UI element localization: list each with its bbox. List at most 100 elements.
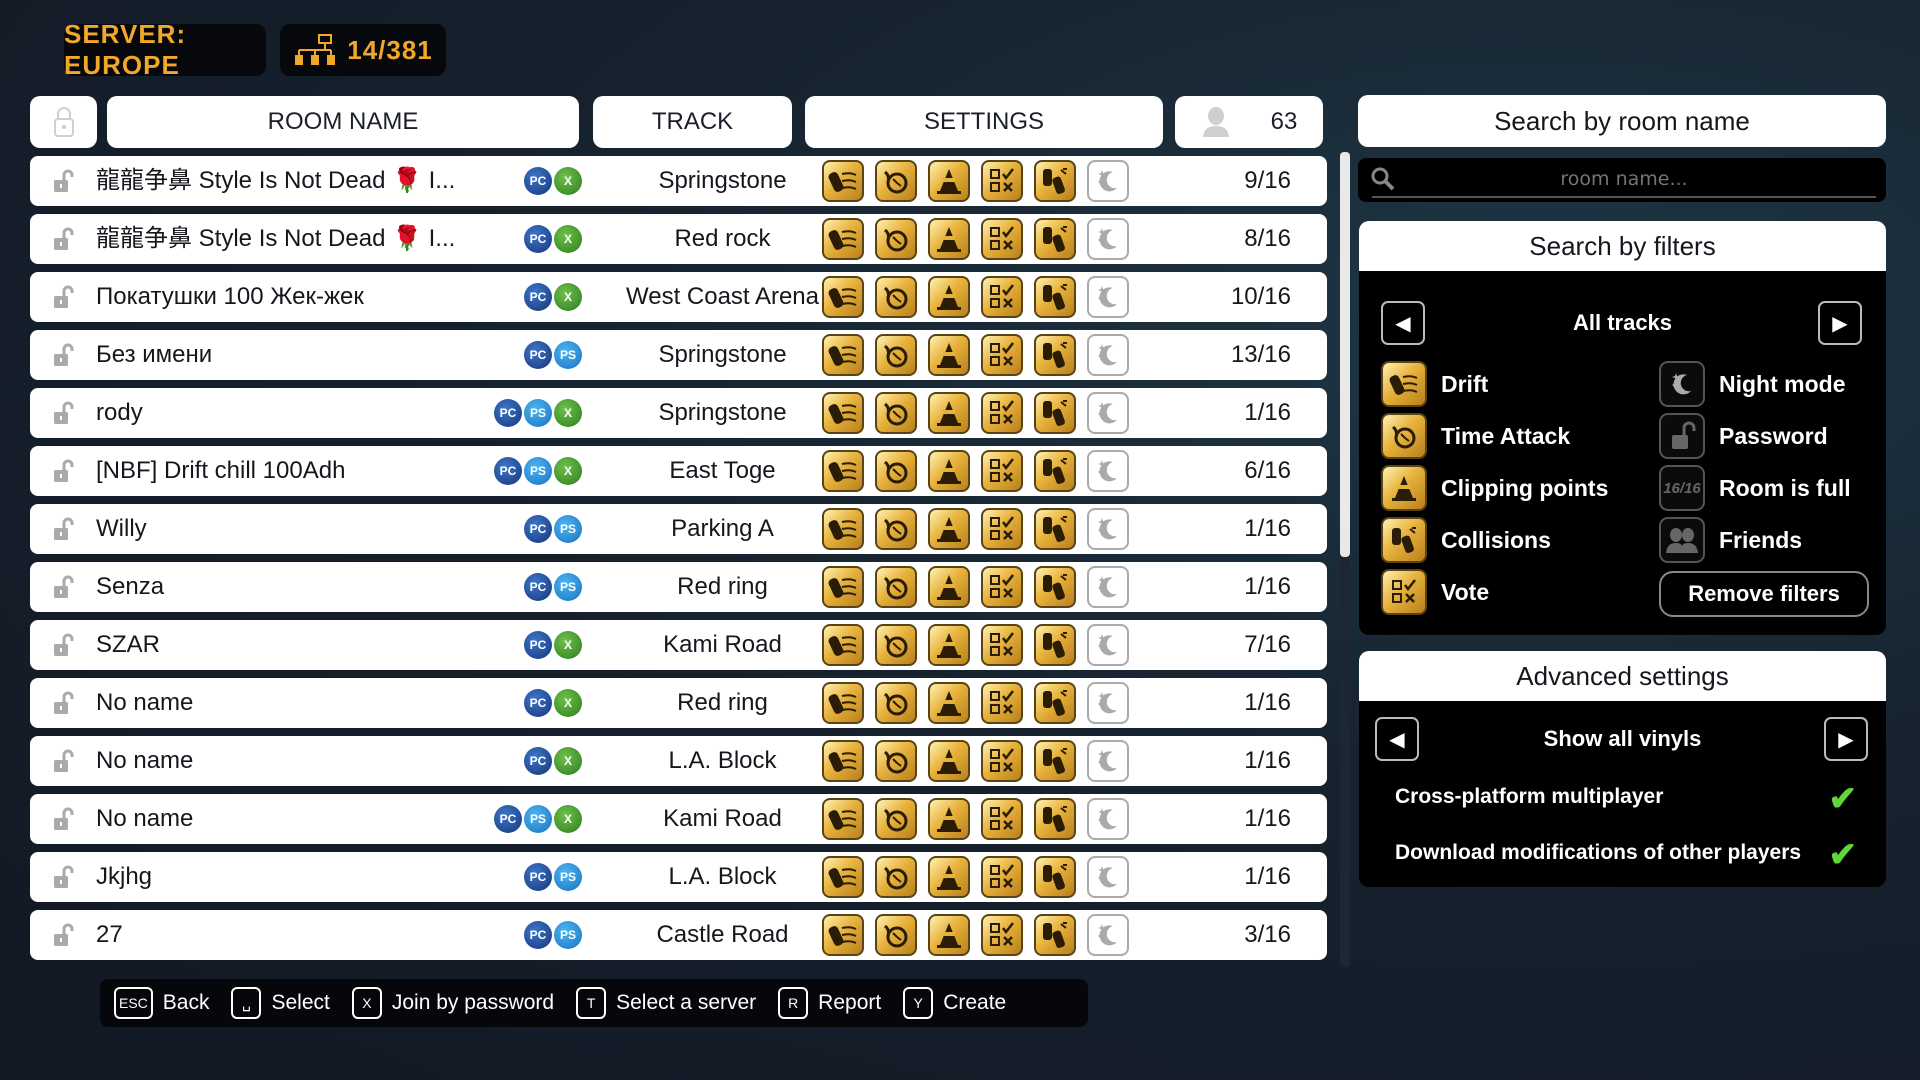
filter-drift[interactable]: Drift — [1381, 361, 1488, 407]
controls-hint-bar: ESC Back ␣ Select X Join by password T Select a… — [100, 979, 1088, 1027]
lock-sort-header[interactable] — [30, 96, 97, 148]
checkmark-icon[interactable]: ✔ — [1829, 779, 1858, 819]
track-prev-button[interactable]: ◀ — [1381, 301, 1425, 345]
room-row[interactable]: No name PC X Red ring 1/16 — [30, 678, 1327, 728]
room-name: rody — [96, 399, 143, 426]
download-mods-option[interactable]: Download modifications of other players … — [1395, 835, 1865, 875]
hint-label: Join by password — [391, 991, 555, 1014]
room-row[interactable]: rody PC PS X Springstone 1/16 — [30, 388, 1327, 438]
hint-select[interactable]: ␣ Select — [231, 987, 330, 1019]
night-mode-icon — [1087, 682, 1129, 724]
hint-join-by-password[interactable]: X Join by password — [351, 987, 555, 1019]
room-settings-icons — [822, 218, 1129, 260]
night-mode-icon — [1087, 218, 1129, 260]
scrollbar-thumb[interactable] — [1340, 152, 1350, 557]
friends-icon — [1659, 517, 1705, 563]
room-list-scrollbar[interactable] — [1340, 152, 1350, 967]
filter-clipping-points[interactable]: Clipping points — [1381, 465, 1608, 511]
key-icon: Y — [903, 987, 934, 1019]
unlock-icon — [52, 343, 74, 367]
room-row[interactable]: No name PC PS X Kami Road 1/16 — [30, 794, 1327, 844]
arrow-left-icon: ◀ — [1395, 312, 1411, 335]
platform-badges: PC X — [524, 225, 582, 253]
room-row[interactable]: No name PC X L.A. Block 1/16 — [30, 736, 1327, 786]
clipping-points-icon — [928, 740, 970, 782]
room-row[interactable]: Без имени PC PS Springstone 13/16 — [30, 330, 1327, 380]
hint-create[interactable]: Y Create — [903, 987, 1006, 1019]
vinyls-selector[interactable]: Show all vinyls — [1431, 717, 1814, 761]
track-header[interactable]: TRACK — [593, 96, 792, 148]
platform-badges: PC X — [524, 747, 582, 775]
vote-icon — [981, 276, 1023, 318]
collisions-icon — [1034, 798, 1076, 840]
room-row[interactable]: 龍龍争鼻 Style Is Not Dead 🌹 I... PC X Springst… — [30, 156, 1327, 206]
filter-room-full[interactable]: 16/16 Room is full — [1659, 465, 1851, 511]
room-row[interactable]: Willy PC PS Parking A 1/16 — [30, 504, 1327, 554]
player-count: 1/16 — [1244, 805, 1291, 832]
pc-platform-icon: PC — [524, 515, 552, 543]
xbox-platform-icon: X — [554, 457, 582, 485]
time-attack-icon — [875, 450, 917, 492]
filter-label: Collisions — [1441, 526, 1551, 553]
settings-header[interactable]: SETTINGS — [805, 96, 1163, 148]
checkmark-icon[interactable]: ✔ — [1829, 835, 1858, 875]
xbox-platform-icon: X — [554, 399, 582, 427]
drift-icon — [822, 624, 864, 666]
time-attack-icon — [875, 160, 917, 202]
platform-badges: PC PS — [524, 921, 582, 949]
filter-label: Clipping points — [1441, 474, 1609, 501]
playstation-platform-icon: PS — [554, 863, 582, 891]
track-name: Springstone — [658, 167, 787, 194]
unlock-icon — [52, 285, 74, 309]
night-mode-icon — [1087, 450, 1129, 492]
filter-time-attack[interactable]: Time Attack — [1381, 413, 1570, 459]
room-row[interactable]: Jkjhg PC PS L.A. Block 1/16 — [30, 852, 1327, 902]
vinyls-next-button[interactable]: ▶ — [1824, 717, 1868, 761]
room-name: 龍龍争鼻 Style Is Not Dead 🌹 I... — [96, 225, 456, 252]
night-mode-icon — [1087, 334, 1129, 376]
vote-icon — [981, 856, 1023, 898]
hint-label: Create — [943, 991, 1007, 1014]
filter-collisions[interactable]: Collisions — [1381, 517, 1551, 563]
room-row[interactable]: [NBF] Drift chill 100Adh PC PS X East Toge 6/… — [30, 446, 1327, 496]
vinyls-prev-button[interactable]: ◀ — [1375, 717, 1419, 761]
filters-panel-title: Search by filters — [1359, 221, 1886, 271]
cross-platform-option[interactable]: Cross-platform multiplayer ✔ — [1395, 779, 1865, 819]
track-next-button[interactable]: ▶ — [1818, 301, 1862, 345]
room-name: SZAR — [96, 631, 161, 658]
collisions-icon — [1034, 392, 1076, 434]
hint-select-a-server[interactable]: T Select a server — [576, 987, 756, 1019]
night-mode-icon — [1087, 740, 1129, 782]
room-row[interactable]: 27 PC PS Castle Road 3/16 — [30, 910, 1327, 960]
hint-report[interactable]: R Report — [778, 987, 881, 1019]
room-name-header[interactable]: ROOM NAME — [107, 96, 579, 148]
rooms-count: 14/381 — [347, 34, 433, 65]
drift-icon — [822, 160, 864, 202]
filter-unlock[interactable]: Password — [1659, 413, 1828, 459]
remove-filters-button[interactable]: Remove filters — [1659, 571, 1869, 617]
filter-night-mode[interactable]: Night mode — [1659, 361, 1846, 407]
room-row[interactable]: SZAR PC X Kami Road 7/16 — [30, 620, 1327, 670]
pc-platform-icon: PC — [494, 457, 522, 485]
hint-back[interactable]: ESC Back — [114, 987, 209, 1019]
drift-icon — [822, 566, 864, 608]
playstation-platform-icon: PS — [524, 399, 552, 427]
room-row[interactable]: 龍龍争鼻 Style Is Not Dead 🌹 I... PC X Red rock… — [30, 214, 1327, 264]
playstation-platform-icon: PS — [524, 805, 552, 833]
filter-label: Night mode — [1719, 370, 1846, 397]
filter-vote[interactable]: Vote — [1381, 569, 1489, 615]
server-indicator[interactable]: SERVER: EUROPE — [64, 19, 266, 80]
filter-friends[interactable]: Friends — [1659, 517, 1802, 563]
search-box[interactable] — [1358, 158, 1886, 202]
room-row[interactable]: Senza PC PS Red ring 1/16 — [30, 562, 1327, 612]
room-settings-icons — [822, 566, 1129, 608]
collisions-icon — [1034, 740, 1076, 782]
vote-icon — [981, 450, 1023, 492]
xbox-platform-icon: X — [554, 225, 582, 253]
track-selector[interactable]: All tracks — [1439, 301, 1806, 345]
room-name-input[interactable] — [1372, 162, 1876, 198]
track-name: Springstone — [658, 399, 787, 426]
room-row[interactable]: Покатушки 100 Жек-жек PC X West Coast Arena… — [30, 272, 1327, 322]
room-name: No name — [96, 689, 194, 716]
players-header[interactable]: 63 — [1175, 96, 1323, 148]
